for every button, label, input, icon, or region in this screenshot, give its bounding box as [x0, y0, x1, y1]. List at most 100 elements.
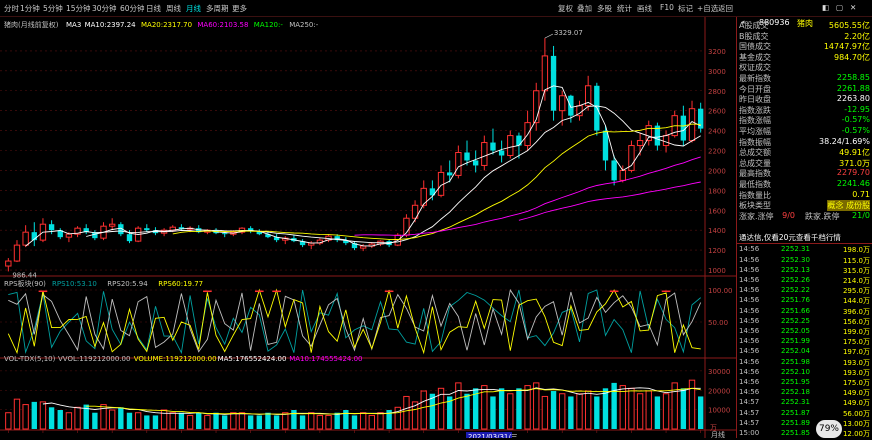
- stat-row: 指数量比 0.71: [737, 190, 872, 201]
- stat-label: B股成交: [739, 31, 769, 41]
- stat-label: 跌家.跌停: [805, 211, 840, 221]
- vol-tick-label: 10000: [708, 407, 730, 415]
- volume-bar: [65, 412, 73, 430]
- kline-chart-area[interactable]: 3200 3000 2800 2600 2400 2200 2000 1800 1600 1400…: [0, 17, 736, 440]
- tick-row: 14:56 2251.66 396.0万: [737, 307, 872, 318]
- tick-row: 14:56 2252.25 156.0万: [737, 317, 872, 328]
- period-tab[interactable]: 更多: [232, 3, 247, 14]
- stat-label: 最低指数: [739, 180, 771, 189]
- price-tick-label: 2200: [708, 148, 726, 156]
- stat-row: 今日开盘 2261.88: [737, 84, 872, 95]
- toolbar-button[interactable]: 复权: [558, 3, 573, 14]
- vol-legend: MA5:176552424.00: [218, 355, 287, 363]
- tick-row: 14:56 2252.04 197.0万: [737, 347, 872, 358]
- volume-bar: [57, 410, 63, 429]
- price-tick-label: 1800: [708, 187, 726, 195]
- vol-tick-label: 30000: [708, 368, 730, 376]
- tick-price: 2252.30: [781, 255, 810, 264]
- tick-time: 14:56: [739, 367, 760, 376]
- stat-label: 权证成交: [739, 63, 771, 73]
- stat-label: 指数涨跌: [739, 105, 771, 115]
- volume-bar: [533, 382, 540, 430]
- period-tab[interactable]: 60分钟: [120, 3, 145, 14]
- stat-value: 14747.97亿: [823, 42, 870, 52]
- period-tab[interactable]: 周线: [166, 3, 181, 14]
- chart-canvas[interactable]: 3200 3000 2800 2600 2400 2200 2000 1800 1600 1400…: [0, 17, 736, 440]
- tick-time: 14:56: [739, 378, 760, 386]
- period-tab[interactable]: 30分钟: [92, 3, 117, 14]
- tick-time: 14:56: [739, 357, 760, 366]
- zoom-badge[interactable]: 79%: [816, 420, 842, 438]
- volume-bar: [265, 412, 271, 429]
- price-tick-label: 1600: [708, 207, 726, 215]
- quote-side-panel: 880936 猪肉 ◂ A股成交 5605.55亿 B股成交 2.20亿 国债成交 14747.…: [736, 17, 872, 438]
- volume-bar: [628, 387, 635, 430]
- tick-price: 2252.31: [781, 398, 810, 407]
- tick-price: 2252.26: [781, 276, 810, 284]
- stat-row: 跌家.跌停 21/0: [737, 211, 872, 222]
- price-tick-label: 1200: [708, 247, 726, 255]
- toolbar-button[interactable]: 返回: [718, 3, 733, 14]
- period-tab[interactable]: 15分钟: [66, 3, 91, 14]
- tick-row: 14:57 2251.89 13.00万: [737, 419, 872, 430]
- volume-bar: [645, 390, 652, 430]
- tick-price: 2251.76: [781, 296, 810, 305]
- volume-bar: [455, 382, 462, 430]
- toolbar-button[interactable]: 叠加: [577, 3, 592, 14]
- stat-value: 2.20亿: [844, 31, 870, 41]
- cursor-date-label: 2021/03/31/三: [468, 433, 518, 438]
- volume-bar: [196, 412, 202, 429]
- tick-price: 2252.25: [781, 316, 810, 325]
- toolbar-button[interactable]: 画线: [637, 3, 652, 14]
- volume-bar: [403, 395, 410, 430]
- candlestick[interactable]: [594, 82, 600, 136]
- tick-price: 2252.22: [781, 286, 810, 295]
- tick-time: 14:56: [739, 337, 760, 346]
- period-toolbar: 分时 1分钟 5分钟 15分钟 30分钟 60分钟 日线 周线 月线 多周期 更多 复权 叠加 多股 统计画…: [0, 0, 872, 17]
- stat-row: 最新指数 2258.85: [737, 73, 872, 84]
- tick-time: 14:56: [739, 245, 760, 254]
- toolbar-button[interactable]: 多股: [597, 3, 612, 14]
- window-control-icon[interactable]: ◧: [822, 3, 829, 12]
- window-control-icon[interactable]: ▢: [836, 3, 843, 12]
- period-tab[interactable]: 多周期: [206, 3, 229, 14]
- stat-value: 49.91亿: [839, 148, 870, 158]
- period-tab[interactable]: 月线: [186, 3, 201, 14]
- candlestick[interactable]: [628, 140, 635, 173]
- volume-bar: [169, 412, 176, 430]
- stat-label: 板块类型: [739, 201, 771, 211]
- volume-bar: [299, 415, 306, 429]
- candlestick[interactable]: [550, 45, 557, 121]
- period-tab[interactable]: 分时: [4, 3, 19, 14]
- volume-bar: [230, 412, 237, 430]
- period-tab[interactable]: 日线: [146, 3, 161, 14]
- period-tab[interactable]: 1分钟: [20, 3, 40, 14]
- toolbar-button[interactable]: 统计: [617, 3, 632, 14]
- tick-time: 14:56: [739, 296, 760, 305]
- volume-bar: [377, 412, 384, 430]
- tick-row: 14:56 2252.31 198.0万: [737, 245, 872, 256]
- tick-row: 14:56 2251.95 175.0万: [737, 378, 872, 389]
- toolbar-button[interactable]: 标记: [678, 3, 693, 14]
- volume-bar: [39, 401, 47, 430]
- volume-bar: [118, 407, 124, 429]
- tick-row: 14:56 2252.18 149.0万: [737, 388, 872, 399]
- stat-value: -12.95: [844, 104, 870, 114]
- vol-legend: MA10:174555424.00: [289, 355, 362, 363]
- tick-price: 2252.18: [781, 388, 810, 397]
- main-panel-title: 猪肉(月线前复权): [4, 20, 59, 29]
- ma-legend: MA120:-: [254, 21, 284, 29]
- period-tab[interactable]: 5分钟: [43, 3, 63, 14]
- tick-time: 14:56: [739, 255, 760, 264]
- volume-bar: [359, 412, 367, 430]
- stat-label: 今日开盘: [739, 84, 771, 94]
- volume-bar: [576, 393, 583, 430]
- volume-bar: [541, 395, 549, 430]
- window-control-icon[interactable]: ✕: [850, 3, 856, 12]
- level2-notice[interactable]: 通达信,仅看20元查看千档行情: [739, 232, 841, 243]
- volume-bar: [5, 412, 12, 430]
- toolbar-button[interactable]: +自选: [697, 3, 718, 14]
- vol-panel-title: VOL-TDX(5,10): [4, 355, 56, 363]
- toolbar-button[interactable]: F10: [660, 3, 674, 12]
- stat-row: 平均涨幅 -0.57%: [737, 126, 872, 137]
